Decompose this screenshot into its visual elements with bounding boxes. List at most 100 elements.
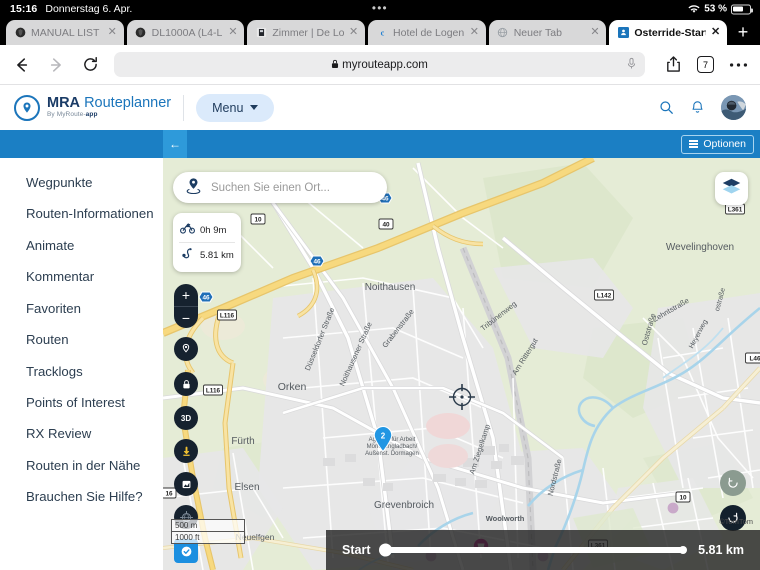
route-progress-slider[interactable] xyxy=(384,547,684,553)
reload-icon[interactable] xyxy=(78,53,102,77)
tab-title: MANUAL LIST xyxy=(31,27,103,39)
brand-main: MRA xyxy=(47,95,80,111)
close-icon[interactable]: ✕ xyxy=(590,27,600,38)
sidebar-item-brauchen-sie-hilfe[interactable]: Brauchen Sie Hilfe? xyxy=(26,488,156,505)
sidebar-item-kommentar[interactable]: Kommentar xyxy=(26,268,156,285)
options-button[interactable]: Optionen xyxy=(681,135,754,154)
address-bar[interactable]: myrouteapp.com xyxy=(114,52,645,77)
brand-sub: Routeplanner xyxy=(84,95,171,111)
brand-tagline-suffix: app xyxy=(86,111,98,118)
close-icon[interactable]: ✕ xyxy=(349,27,359,38)
dark-shield-favicon xyxy=(135,27,147,39)
slider-endcap xyxy=(679,546,687,554)
share-icon[interactable] xyxy=(661,53,685,77)
zoom-in-button[interactable]: + xyxy=(174,284,198,306)
browser-tab[interactable]: DL1000A (L4-L ✕ xyxy=(127,20,245,45)
sidebar-menu-list: Wegpunkte Routen-Informationen Animate K… xyxy=(0,158,163,506)
map-canvas[interactable]: NoithausenOrkenFürthElsenGrevenbroichWev… xyxy=(163,158,760,570)
status-right-cluster: 53 % xyxy=(688,4,751,15)
map-attribution: ©TomTom xyxy=(719,517,753,526)
elevation-chart-icon[interactable] xyxy=(174,472,198,496)
map-layers-button[interactable] xyxy=(715,172,748,205)
battery-percent: 53 % xyxy=(704,4,727,15)
forward-arrow-icon[interactable] xyxy=(44,53,68,77)
map-scale-metric: 500 m xyxy=(171,519,245,532)
status-dots: ••• xyxy=(372,2,388,14)
map-pin-search-icon xyxy=(185,177,202,199)
svg-text:c: c xyxy=(380,29,384,38)
sidebar-item-routen[interactable]: Routen xyxy=(26,331,156,348)
new-tab-button[interactable]: + xyxy=(730,20,756,45)
close-icon[interactable]: ✕ xyxy=(711,27,721,38)
app-logo[interactable]: MRA Routeplanner By MyRoute-app xyxy=(14,95,171,121)
header-icon-cluster xyxy=(659,95,746,120)
route-curve-icon xyxy=(180,246,195,264)
map-scale-imperial: 1000 ft xyxy=(171,532,245,544)
browser-tab[interactable]: MANUAL LIST ✕ xyxy=(6,20,124,45)
close-icon[interactable]: ✕ xyxy=(470,27,480,38)
brand-tagline-prefix: By MyRoute- xyxy=(47,111,86,118)
sidebar-item-routen-informationen[interactable]: Routen-Informationen xyxy=(26,205,156,222)
close-icon[interactable]: ✕ xyxy=(228,27,238,38)
sidebar-item-favoriten[interactable]: Favoriten xyxy=(26,300,156,317)
battery-icon xyxy=(731,4,751,14)
browser-tab[interactable]: Zimmer | De Lo ✕ xyxy=(247,20,365,45)
book-favicon xyxy=(255,27,267,39)
route-duration-value: 0h 9m xyxy=(200,225,226,236)
download-icon[interactable] xyxy=(174,439,198,463)
sidebar-item-wegpunkte[interactable]: Wegpunkte xyxy=(26,174,156,191)
tab-count-button[interactable]: 7 xyxy=(697,56,714,73)
map-search-placeholder: Suchen Sie einen Ort... xyxy=(211,182,330,194)
map-zoom-control: + − xyxy=(174,284,198,328)
menu-button-label: Menu xyxy=(212,101,243,115)
browser-tab[interactable]: Neuer Tab ✕ xyxy=(489,20,607,45)
sidebar-item-tracklogs[interactable]: Tracklogs xyxy=(26,363,156,380)
3d-view-button[interactable]: 3D xyxy=(174,406,198,430)
back-arrow-icon[interactable] xyxy=(10,53,34,77)
browser-tab[interactable]: c Hotel de Logen ✕ xyxy=(368,20,486,45)
animation-slider-bar: Start 5.81 km xyxy=(326,530,760,570)
route-distance-row: 5.81 km xyxy=(179,242,235,267)
sidebar-top-strip xyxy=(0,130,163,158)
app-content: Wegpunkte Routen-Informationen Animate K… xyxy=(0,130,760,570)
map-top-bar: ← Optionen xyxy=(163,130,760,158)
poi-generic-icon[interactable] xyxy=(667,502,679,514)
slider-start-label: Start xyxy=(342,543,370,557)
app-logo-text: MRA Routeplanner By MyRoute-app xyxy=(47,96,171,118)
notification-bell-icon[interactable] xyxy=(690,100,705,115)
toolbar-right-cluster: 7 xyxy=(657,53,750,77)
tab-title: DL1000A (L4-L xyxy=(152,27,224,39)
svg-text:2: 2 xyxy=(381,432,386,441)
browser-toolbar: myrouteapp.com 7 xyxy=(0,45,760,85)
tab-title: Hotel de Logen xyxy=(393,27,465,39)
waypoint-pin-icon[interactable] xyxy=(174,337,198,361)
menu-button[interactable]: Menu xyxy=(196,94,274,122)
status-time: 15:16 xyxy=(10,3,37,15)
hamburger-icon xyxy=(689,140,698,147)
tab-title: Osterride-Start xyxy=(634,27,706,39)
browser-tab-active[interactable]: Osterride-Start ✕ xyxy=(609,20,727,45)
close-icon[interactable]: ✕ xyxy=(108,27,118,38)
wifi-icon xyxy=(688,4,700,14)
sidebar-item-points-of-interest[interactable]: Points of Interest xyxy=(26,394,156,411)
sidebar-collapse-button[interactable]: ← xyxy=(163,130,187,158)
sidebar-item-routen-in-der-naehe[interactable]: Routen in der Nähe xyxy=(26,457,156,474)
map-search-box[interactable]: Suchen Sie einen Ort... xyxy=(173,172,387,203)
map-crosshair-cursor xyxy=(449,384,475,410)
sidebar-item-rx-review[interactable]: RX Review xyxy=(26,425,156,442)
search-icon[interactable] xyxy=(659,100,674,115)
slider-distance-label: 5.81 km xyxy=(698,543,744,557)
screen-root: 15:16 Donnerstag 6. Apr. ••• 53 % MANUAL… xyxy=(0,0,760,570)
map-pin-logo-icon xyxy=(14,95,40,121)
waypoint-marker-2[interactable]: 2 xyxy=(373,426,393,452)
ios-status-bar: 15:16 Donnerstag 6. Apr. ••• 53 % xyxy=(0,0,760,18)
more-dots-icon[interactable] xyxy=(726,53,750,77)
lock-icon[interactable] xyxy=(174,372,198,396)
user-avatar[interactable] xyxy=(721,95,746,120)
motorcycle-icon xyxy=(180,221,195,239)
slider-knob[interactable] xyxy=(379,544,392,557)
lock-icon xyxy=(331,59,339,71)
recenter-icon[interactable] xyxy=(720,470,746,496)
sidebar-item-animate[interactable]: Animate xyxy=(26,237,156,254)
microphone-icon[interactable] xyxy=(626,57,637,73)
